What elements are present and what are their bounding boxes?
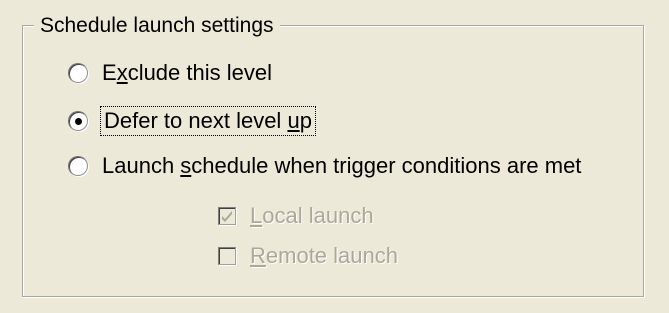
radio-unselected-icon[interactable] <box>68 63 88 83</box>
radio-dot-icon <box>75 118 82 125</box>
dialog-panel: Schedule launch settings Exclude this le… <box>0 0 669 313</box>
check-mark-icon <box>222 211 232 222</box>
checkbox-local-launch[interactable]: Local launch <box>218 203 374 229</box>
checkbox-local-label: Local launch <box>250 203 374 228</box>
radio-defer-to-next-level-up[interactable]: Defer to next level up <box>68 106 316 136</box>
checkbox-remote-launch[interactable]: Remote launch <box>218 243 398 269</box>
radio-exclude-this-level[interactable]: Exclude this level <box>68 60 272 86</box>
radio-defer-label: Defer to next level up <box>100 106 316 136</box>
radio-launch-label: Launch schedule when trigger conditions … <box>102 153 582 178</box>
radio-exclude-label: Exclude this level <box>102 60 272 85</box>
radio-launch-schedule-when-trigger-met[interactable]: Launch schedule when trigger conditions … <box>68 153 581 179</box>
radio-unselected-icon[interactable] <box>68 156 88 176</box>
radio-selected-icon[interactable] <box>68 111 88 131</box>
checkbox-checked-icon[interactable] <box>218 207 236 225</box>
checkbox-unchecked-icon[interactable] <box>218 247 236 265</box>
checkbox-remote-label: Remote launch <box>250 243 398 268</box>
groupbox-title: Schedule launch settings <box>34 13 280 39</box>
